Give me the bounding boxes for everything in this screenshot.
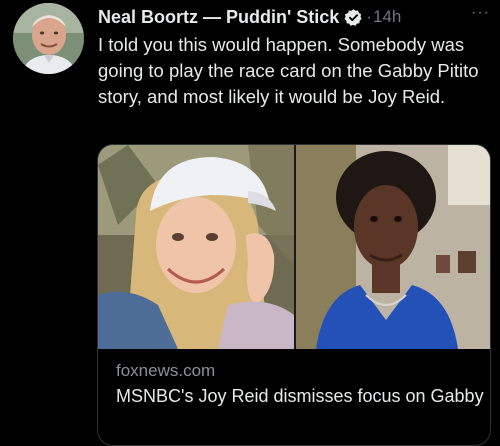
avatar-photo [13,3,84,74]
verified-badge-icon [344,8,363,27]
link-card-title: MSNBC's Joy Reid dismisses focus on Gabb… [116,386,490,406]
link-card-image [98,145,490,349]
more-horizontal-icon[interactable]: ··· [471,4,490,22]
tweet-header: Neal Boortz — Puddin' Stick · 14h ··· [98,4,492,30]
author-avatar[interactable] [13,3,84,74]
header-separator: · [366,7,372,26]
link-card-domain: foxnews.com [116,361,216,380]
tweet-text: I told you this would happen. Somebody w… [98,34,479,107]
tweet-timestamp[interactable]: 14h [373,7,401,27]
link-card[interactable]: foxnews.com MSNBC's Joy Reid dismisses f… [97,144,491,446]
author-name[interactable]: Neal Boortz — Puddin' Stick [98,7,339,28]
